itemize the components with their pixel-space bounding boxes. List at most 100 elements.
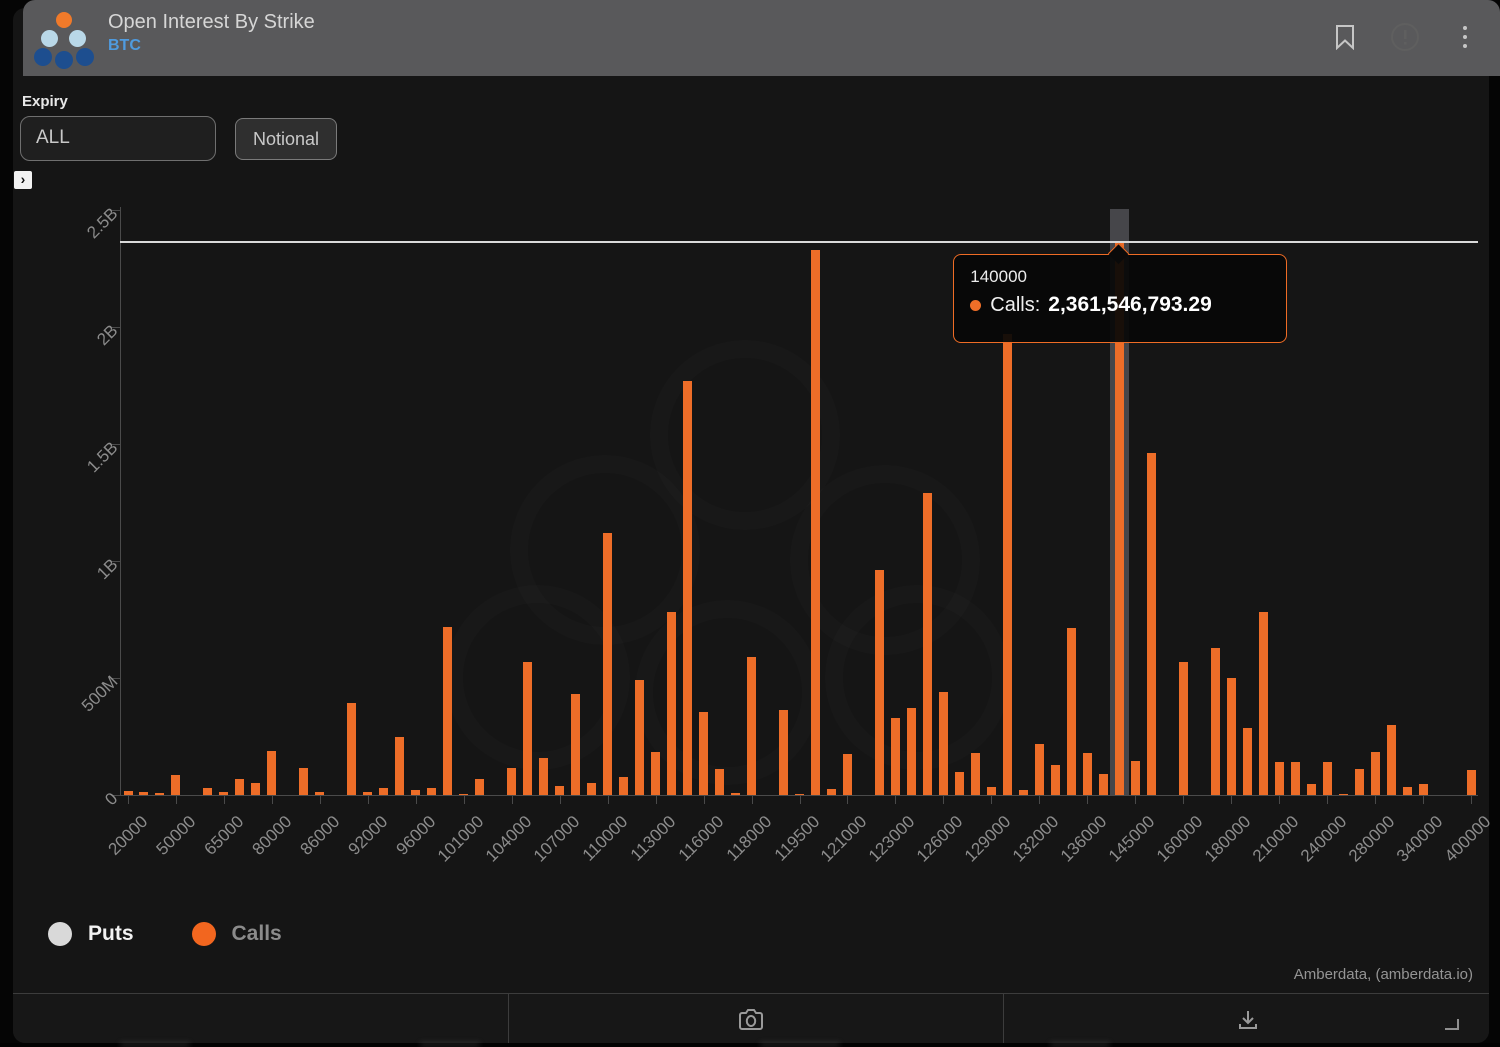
bar-calls-6[interactable] <box>219 792 228 795</box>
bar-calls-7[interactable] <box>235 779 244 795</box>
legend-item-calls[interactable]: Calls <box>192 922 282 946</box>
bar-calls-43[interactable] <box>811 250 820 795</box>
chart-legend: Puts Calls <box>48 922 282 946</box>
bar-calls-54[interactable] <box>987 787 996 795</box>
bar-calls-45[interactable] <box>843 754 852 795</box>
bar-calls-58[interactable] <box>1051 765 1060 795</box>
bar-calls-66[interactable] <box>1179 662 1188 795</box>
bar-calls-71[interactable] <box>1259 612 1268 795</box>
legend-item-puts[interactable]: Puts <box>48 922 134 946</box>
bar-calls-24[interactable] <box>507 768 516 795</box>
bar-calls-81[interactable] <box>1419 784 1428 795</box>
bar-calls-68[interactable] <box>1211 648 1220 795</box>
bar-calls-15[interactable] <box>363 792 372 795</box>
bar-calls-78[interactable] <box>1371 752 1380 795</box>
bar-calls-74[interactable] <box>1307 784 1316 795</box>
x-axis-tick <box>272 796 273 804</box>
bottom-toolbar <box>13 993 1489 1043</box>
calls-dot-icon <box>192 922 216 946</box>
bar-calls-11[interactable] <box>299 768 308 795</box>
page-edge <box>0 1043 1500 1047</box>
tooltip-value: 2,361,546,793.29 <box>1048 293 1212 317</box>
bar-calls-55[interactable] <box>1003 334 1012 795</box>
camera-icon[interactable] <box>734 1003 768 1037</box>
bar-calls-72[interactable] <box>1275 762 1284 795</box>
bar-calls-39[interactable] <box>747 657 756 795</box>
bar-calls-12[interactable] <box>315 792 324 795</box>
attribution-text: Amberdata, (amberdata.io) <box>1294 966 1473 983</box>
bar-calls-79[interactable] <box>1387 725 1396 795</box>
bar-calls-75[interactable] <box>1323 762 1332 795</box>
x-axis-tick <box>1279 796 1280 804</box>
x-axis-tick <box>368 796 369 804</box>
bar-calls-70[interactable] <box>1243 728 1252 795</box>
bar-calls-48[interactable] <box>891 718 900 795</box>
bar-calls-69[interactable] <box>1227 678 1236 795</box>
bar-calls-52[interactable] <box>955 772 964 795</box>
bar-calls-9[interactable] <box>267 751 276 795</box>
bar-calls-31[interactable] <box>619 777 628 795</box>
bar-calls-53[interactable] <box>971 753 980 795</box>
bar-calls-38[interactable] <box>731 793 740 795</box>
bar-calls-49[interactable] <box>907 708 916 795</box>
bar-calls-42[interactable] <box>795 794 804 795</box>
bar-calls-20[interactable] <box>443 627 452 795</box>
bar-calls-3[interactable] <box>171 775 180 795</box>
bar-calls-63[interactable] <box>1131 761 1140 795</box>
bar-calls-76[interactable] <box>1339 794 1348 795</box>
bar-calls-28[interactable] <box>571 694 580 795</box>
x-axis-tick <box>1183 796 1184 804</box>
bar-calls-26[interactable] <box>539 758 548 795</box>
bar-calls-29[interactable] <box>587 783 596 795</box>
bar-calls-25[interactable] <box>523 662 532 795</box>
bar-calls-80[interactable] <box>1403 787 1412 795</box>
bar-calls-50[interactable] <box>923 493 932 795</box>
x-axis-tick <box>656 796 657 804</box>
bar-calls-1[interactable] <box>139 792 148 795</box>
bar-calls-77[interactable] <box>1355 769 1364 795</box>
crosshair-line <box>120 241 1478 243</box>
bar-calls-17[interactable] <box>395 737 404 796</box>
bar-calls-22[interactable] <box>475 779 484 795</box>
x-axis-tick <box>1423 796 1424 804</box>
bar-calls-60[interactable] <box>1083 753 1092 795</box>
bar-calls-41[interactable] <box>779 710 788 795</box>
toolbar-divider <box>1003 994 1004 1044</box>
bar-calls-84[interactable] <box>1467 770 1476 795</box>
bar-calls-61[interactable] <box>1099 774 1108 795</box>
bar-calls-27[interactable] <box>555 786 564 795</box>
x-axis-tick <box>1327 796 1328 804</box>
bar-calls-16[interactable] <box>379 788 388 795</box>
bar-calls-14[interactable] <box>347 703 356 795</box>
bar-calls-8[interactable] <box>251 783 260 795</box>
x-axis-tick <box>752 796 753 804</box>
bar-calls-19[interactable] <box>427 788 436 795</box>
bar-calls-33[interactable] <box>651 752 660 795</box>
bar-calls-59[interactable] <box>1067 628 1076 795</box>
bar-calls-0[interactable] <box>124 791 133 795</box>
bar-calls-30[interactable] <box>603 533 612 795</box>
x-axis-tick <box>1135 796 1136 804</box>
bar-calls-73[interactable] <box>1291 762 1300 795</box>
bar-calls-32[interactable] <box>635 680 644 795</box>
bar-calls-37[interactable] <box>715 769 724 795</box>
bar-calls-35[interactable] <box>683 381 692 795</box>
resize-handle[interactable] <box>1445 1019 1459 1030</box>
x-axis-tick <box>1039 796 1040 804</box>
x-axis-tick <box>847 796 848 804</box>
bar-calls-34[interactable] <box>667 612 676 795</box>
bar-calls-18[interactable] <box>411 790 420 795</box>
download-icon[interactable] <box>1231 1003 1265 1037</box>
bar-calls-56[interactable] <box>1019 790 1028 795</box>
bar-calls-5[interactable] <box>203 788 212 795</box>
bar-calls-64[interactable] <box>1147 453 1156 795</box>
bar-calls-44[interactable] <box>827 789 836 795</box>
x-axis-tick <box>1231 796 1232 804</box>
bar-calls-36[interactable] <box>699 712 708 795</box>
bar-calls-2[interactable] <box>155 793 164 795</box>
x-axis-tick <box>608 796 609 804</box>
bar-calls-51[interactable] <box>939 692 948 795</box>
bar-calls-47[interactable] <box>875 570 884 795</box>
bar-calls-57[interactable] <box>1035 744 1044 795</box>
bar-calls-21[interactable] <box>459 794 468 795</box>
